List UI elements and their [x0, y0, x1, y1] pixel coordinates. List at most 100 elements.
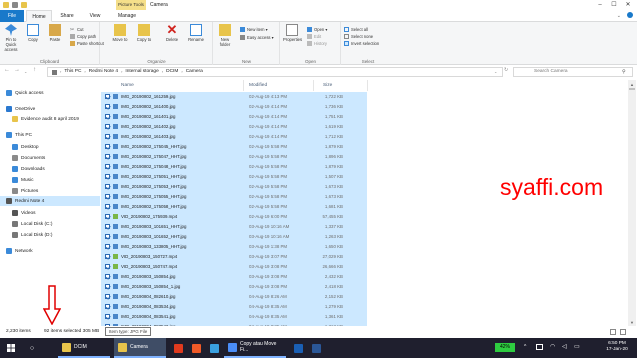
- taskbar-app-6[interactable]: Copy atau Move Fi...: [224, 338, 286, 358]
- nav-item-this-pc[interactable]: This PC: [0, 130, 100, 140]
- row-checkbox[interactable]: [105, 214, 110, 219]
- row-checkbox[interactable]: [105, 114, 110, 119]
- table-row[interactable]: IMG_20190802_175058_HHT.jpg 02-Aug-19 5:5…: [101, 202, 367, 212]
- taskbar-app-4[interactable]: [188, 338, 202, 358]
- volume-icon[interactable]: ◁: [562, 343, 567, 350]
- row-checkbox[interactable]: [105, 264, 110, 269]
- tab-share[interactable]: Share: [54, 10, 80, 22]
- scroll-thumb[interactable]: [629, 88, 635, 90]
- move-to-button[interactable]: Move to: [111, 24, 129, 42]
- new-folder-icon[interactable]: [21, 2, 27, 8]
- table-row[interactable]: IMG_20190802_175045_HHT.jpg 02-Aug-19 5:5…: [101, 142, 367, 152]
- column-size[interactable]: Size: [323, 80, 332, 91]
- row-checkbox[interactable]: [105, 234, 110, 239]
- row-checkbox[interactable]: [105, 124, 110, 129]
- taskbar-app-1[interactable]: DCIM: [58, 338, 110, 358]
- scroll-down-icon[interactable]: ▼: [629, 320, 635, 325]
- table-row[interactable]: VID_20190803_150747.mp4 03-Aug-19 3:08 PM…: [101, 262, 367, 272]
- battery-indicator[interactable]: 42%: [495, 343, 515, 352]
- table-row[interactable]: IMG_20190802_175051_HHT.jpg 02-Aug-19 5:5…: [101, 172, 367, 182]
- taskbar-app-2[interactable]: Camera: [114, 338, 166, 358]
- invert-selection-button[interactable]: Invert selection: [344, 40, 379, 47]
- taskbar-app-5[interactable]: [206, 338, 220, 358]
- row-checkbox[interactable]: [105, 154, 110, 159]
- start-button[interactable]: [4, 338, 18, 358]
- row-checkbox[interactable]: [105, 94, 110, 99]
- table-row[interactable]: IMG_20190803_133805_HHT.jpg 03-Aug-19 1:3…: [101, 242, 367, 252]
- table-row[interactable]: IMG_20190803_101652_HHT.jpg 03-Aug-19 10:…: [101, 232, 367, 242]
- copy-button[interactable]: Copy: [24, 24, 42, 42]
- column-modified[interactable]: Modified: [249, 80, 267, 91]
- nav-item-redmi-note-4[interactable]: Redmi Note 4: [0, 196, 100, 206]
- nav-item-desktop[interactable]: Desktop: [0, 142, 100, 152]
- row-checkbox[interactable]: [105, 224, 110, 229]
- folder-icon[interactable]: [3, 2, 9, 8]
- row-checkbox[interactable]: [105, 314, 110, 319]
- table-row[interactable]: IMG_20190802_175048_HHT.jpg 02-Aug-19 5:5…: [101, 162, 367, 172]
- new-item-button[interactable]: New item ▾: [240, 26, 268, 33]
- properties-icon[interactable]: [12, 2, 18, 8]
- table-row[interactable]: IMG_20190803_150854.jpg 03-Aug-19 3:08 PM…: [101, 272, 367, 282]
- copy-path-button[interactable]: Copy path: [70, 33, 96, 40]
- forward-arrow-icon[interactable]: →: [14, 67, 20, 73]
- large-icons-view-icon[interactable]: [620, 329, 626, 335]
- search-taskbar-button[interactable]: ○: [26, 338, 38, 358]
- row-checkbox[interactable]: [105, 284, 110, 289]
- copy-to-button[interactable]: Copy to: [135, 24, 153, 42]
- row-checkbox[interactable]: [105, 184, 110, 189]
- up-arrow-icon[interactable]: ↑: [33, 67, 36, 73]
- table-row[interactable]: IMG_20190802_161403.jpg 02-Aug-19 4:14 PM…: [101, 132, 367, 142]
- help-icon[interactable]: [627, 12, 633, 18]
- open-button[interactable]: Open ▾: [307, 26, 328, 33]
- address-dropdown-icon[interactable]: ⌄: [494, 69, 497, 74]
- table-row[interactable]: IMG_20190804_082610.jpg 04-Aug-19 8:26 AM…: [101, 292, 367, 302]
- edit-button[interactable]: Edit: [307, 33, 321, 40]
- close-button[interactable]: ✕: [621, 0, 635, 10]
- table-row[interactable]: IMG_20190802_161402.jpg 02-Aug-19 4:14 PM…: [101, 122, 367, 132]
- pin-quick-access-button[interactable]: Pin to Quick access: [2, 24, 20, 52]
- properties-button[interactable]: Properties: [283, 24, 302, 42]
- vertical-scrollbar[interactable]: ▲ ▼: [628, 80, 636, 326]
- delete-button[interactable]: ✕ Delete: [163, 23, 181, 42]
- row-checkbox[interactable]: [105, 204, 110, 209]
- table-row[interactable]: IMG_20190802_161401.jpg 02-Aug-19 4:14 PM…: [101, 112, 367, 122]
- row-checkbox[interactable]: [105, 144, 110, 149]
- taskbar-app-7[interactable]: [290, 338, 304, 358]
- nav-item-evidence-audit[interactable]: Evidence audit 8 april 2019: [0, 114, 100, 124]
- breadcrumb-redmi-note-4[interactable]: Redmi Note 4: [89, 68, 118, 76]
- row-checkbox[interactable]: [105, 254, 110, 259]
- refresh-icon[interactable]: ↻: [504, 67, 508, 73]
- table-row[interactable]: IMG_20190804_083534.jpg 04-Aug-19 8:35 AM…: [101, 302, 367, 312]
- row-checkbox[interactable]: [105, 294, 110, 299]
- clock[interactable]: 6:50 PM 17-Jan-20: [600, 341, 634, 353]
- row-checkbox[interactable]: [105, 274, 110, 279]
- rename-button[interactable]: Rename: [187, 24, 205, 42]
- new-folder-button[interactable]: New folder: [216, 24, 234, 47]
- row-checkbox[interactable]: [105, 304, 110, 309]
- table-row[interactable]: IMG_20190804_083541.jpg 04-Aug-19 8:35 AM…: [101, 312, 367, 322]
- cut-button[interactable]: ✂ Cut: [70, 26, 84, 33]
- nav-item-quick-access[interactable]: Quick access: [0, 88, 100, 98]
- search-input[interactable]: Search Camera: [513, 67, 633, 77]
- taskbar-app-8[interactable]: [308, 338, 322, 358]
- recent-chevron-icon[interactable]: ⌄: [24, 69, 27, 74]
- table-row[interactable]: VID_20190802_175939.mp4 02-Aug-19 6:00 PM…: [101, 212, 367, 222]
- row-checkbox[interactable]: [105, 104, 110, 109]
- table-row[interactable]: IMG_20190802_161259.jpg 02-Aug-19 4:13 PM…: [101, 92, 367, 102]
- table-row[interactable]: IMG_20190802_161400.jpg 02-Aug-19 4:14 PM…: [101, 102, 367, 112]
- wifi-icon[interactable]: ◠: [550, 343, 555, 350]
- row-checkbox[interactable]: [105, 164, 110, 169]
- tab-manage[interactable]: Manage: [112, 10, 142, 22]
- history-button[interactable]: History: [307, 40, 327, 47]
- row-checkbox[interactable]: [105, 174, 110, 179]
- row-checkbox[interactable]: [105, 134, 110, 139]
- table-row[interactable]: IMG_20190802_175053_HHT.jpg 02-Aug-19 5:5…: [101, 182, 367, 192]
- address-bar[interactable]: › This PC › Redmi Note 4 › Internal stor…: [47, 67, 503, 77]
- row-checkbox[interactable]: [105, 194, 110, 199]
- scroll-up-icon[interactable]: ▲: [629, 82, 635, 87]
- select-none-button[interactable]: Select none: [344, 33, 373, 40]
- nav-item-pictures[interactable]: Pictures: [0, 186, 100, 196]
- table-row[interactable]: IMG_20190803_150854_1.jpg 03-Aug-19 3:08 …: [101, 282, 367, 292]
- row-checkbox[interactable]: [105, 244, 110, 249]
- taskbar-app-3[interactable]: [170, 338, 184, 358]
